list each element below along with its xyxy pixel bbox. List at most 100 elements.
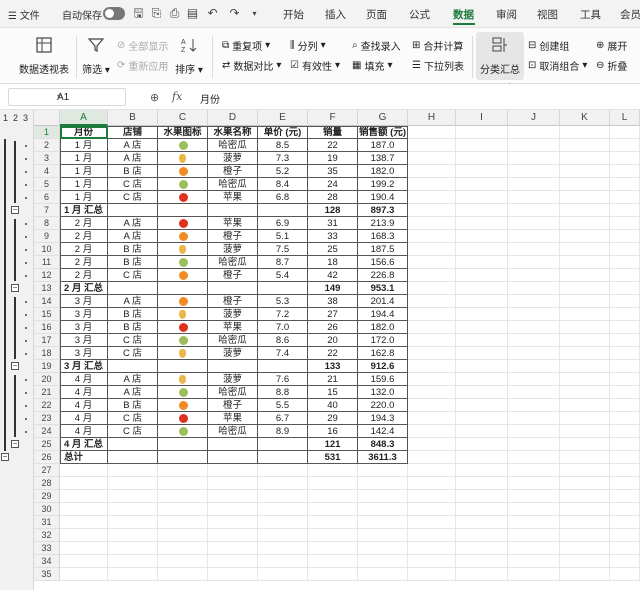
data-cell[interactable]: 199.2 bbox=[358, 178, 408, 191]
autosave-toggle[interactable] bbox=[103, 7, 125, 20]
cell[interactable] bbox=[408, 360, 456, 373]
cell[interactable] bbox=[560, 425, 610, 438]
cell[interactable] bbox=[560, 529, 610, 542]
cell[interactable] bbox=[456, 347, 508, 360]
cell[interactable] bbox=[60, 568, 108, 581]
data-cell[interactable]: 菠萝 bbox=[208, 308, 258, 321]
cell[interactable] bbox=[560, 126, 610, 139]
data-cell[interactable]: 5.2 bbox=[258, 165, 308, 178]
cell[interactable] bbox=[108, 204, 158, 217]
cell[interactable] bbox=[610, 295, 640, 308]
subtotal-label-cell[interactable]: 2 月 汇总 bbox=[60, 282, 108, 295]
row-header[interactable]: 11 bbox=[34, 256, 60, 269]
cell[interactable] bbox=[108, 282, 158, 295]
subtotal-value-cell[interactable]: 953.1 bbox=[358, 282, 408, 295]
cell[interactable] bbox=[610, 477, 640, 490]
data-cell[interactable]: 25 bbox=[308, 243, 358, 256]
data-cell[interactable]: 190.4 bbox=[358, 191, 408, 204]
data-cell[interactable]: 1 月 bbox=[60, 152, 108, 165]
row-header[interactable]: 6 bbox=[34, 191, 60, 204]
cell[interactable] bbox=[560, 152, 610, 165]
cell[interactable] bbox=[408, 477, 456, 490]
lookup-button[interactable]: ⌕ 查找录入 bbox=[352, 38, 401, 53]
row-header[interactable]: 14 bbox=[34, 295, 60, 308]
cell[interactable] bbox=[610, 126, 640, 139]
data-cell[interactable]: 菠萝 bbox=[208, 347, 258, 360]
cell[interactable] bbox=[408, 282, 456, 295]
data-cell[interactable]: 226.8 bbox=[358, 269, 408, 282]
cell[interactable] bbox=[456, 503, 508, 516]
data-cell[interactable]: 156.6 bbox=[358, 256, 408, 269]
cell[interactable] bbox=[560, 295, 610, 308]
data-cell[interactable]: A 店 bbox=[108, 373, 158, 386]
cell[interactable] bbox=[508, 490, 560, 503]
fruit-icon-cell[interactable] bbox=[158, 373, 208, 386]
cell[interactable] bbox=[610, 204, 640, 217]
cell[interactable] bbox=[60, 555, 108, 568]
data-cell[interactable]: 苹果 bbox=[208, 217, 258, 230]
row-header[interactable]: 33 bbox=[34, 542, 60, 555]
data-cell[interactable]: 5.1 bbox=[258, 230, 308, 243]
cell[interactable] bbox=[456, 191, 508, 204]
cell[interactable] bbox=[408, 126, 456, 139]
cell[interactable] bbox=[610, 438, 640, 451]
cell[interactable] bbox=[560, 464, 610, 477]
zoom-icon[interactable]: ⊕ bbox=[150, 91, 159, 104]
data-cell[interactable]: B 店 bbox=[108, 321, 158, 334]
data-cell[interactable]: 菠萝 bbox=[208, 152, 258, 165]
cell[interactable] bbox=[108, 529, 158, 542]
row-header[interactable]: 31 bbox=[34, 516, 60, 529]
cell[interactable] bbox=[508, 269, 560, 282]
data-cell[interactable]: 187.0 bbox=[358, 139, 408, 152]
cell[interactable] bbox=[258, 360, 308, 373]
data-cell[interactable]: 20 bbox=[308, 334, 358, 347]
cell[interactable] bbox=[408, 425, 456, 438]
data-cell[interactable]: 3 月 bbox=[60, 295, 108, 308]
cell[interactable] bbox=[158, 477, 208, 490]
cell[interactable] bbox=[456, 308, 508, 321]
row-header[interactable]: 32 bbox=[34, 529, 60, 542]
cell[interactable] bbox=[508, 542, 560, 555]
cell[interactable] bbox=[508, 191, 560, 204]
tab-4[interactable]: 数据 bbox=[453, 7, 474, 22]
data-cell[interactable]: 7.6 bbox=[258, 373, 308, 386]
cell[interactable] bbox=[208, 464, 258, 477]
cell[interactable] bbox=[508, 425, 560, 438]
data-cell[interactable]: A 店 bbox=[108, 295, 158, 308]
cell[interactable] bbox=[456, 321, 508, 334]
cell[interactable] bbox=[258, 451, 308, 464]
cell[interactable] bbox=[508, 373, 560, 386]
cell[interactable] bbox=[108, 360, 158, 373]
cell[interactable] bbox=[158, 516, 208, 529]
show-all-button[interactable]: ⊘ 全部显示 bbox=[117, 38, 168, 53]
cell[interactable] bbox=[610, 555, 640, 568]
cell[interactable] bbox=[158, 529, 208, 542]
cell[interactable] bbox=[408, 178, 456, 191]
cell[interactable] bbox=[610, 139, 640, 152]
row-header[interactable]: 24 bbox=[34, 425, 60, 438]
data-cell[interactable]: B 店 bbox=[108, 243, 158, 256]
cell[interactable] bbox=[560, 334, 610, 347]
duplicates-button[interactable]: ⧉ 重复项 ▾ bbox=[222, 38, 270, 53]
dropdown-list-button[interactable]: ☰ 下拉列表 bbox=[412, 58, 464, 73]
row-header[interactable]: 34 bbox=[34, 555, 60, 568]
data-cell[interactable]: 6.8 bbox=[258, 191, 308, 204]
row-header[interactable]: 16 bbox=[34, 321, 60, 334]
cell[interactable] bbox=[456, 399, 508, 412]
data-cell[interactable]: B 店 bbox=[108, 256, 158, 269]
cell[interactable] bbox=[508, 529, 560, 542]
cell[interactable] bbox=[408, 243, 456, 256]
cell[interactable] bbox=[560, 386, 610, 399]
row-header[interactable]: 25 bbox=[34, 438, 60, 451]
cell[interactable] bbox=[456, 555, 508, 568]
cell[interactable] bbox=[108, 555, 158, 568]
row-header[interactable]: 13 bbox=[34, 282, 60, 295]
cell[interactable] bbox=[610, 243, 640, 256]
subtotal-label-cell[interactable]: 3 月 汇总 bbox=[60, 360, 108, 373]
row-header[interactable]: 22 bbox=[34, 399, 60, 412]
function-icon[interactable]: fx bbox=[172, 90, 182, 103]
data-cell[interactable]: 213.9 bbox=[358, 217, 408, 230]
cell[interactable] bbox=[508, 243, 560, 256]
data-cell[interactable]: 142.4 bbox=[358, 425, 408, 438]
header-cell[interactable]: 销售额 (元) bbox=[358, 126, 408, 139]
